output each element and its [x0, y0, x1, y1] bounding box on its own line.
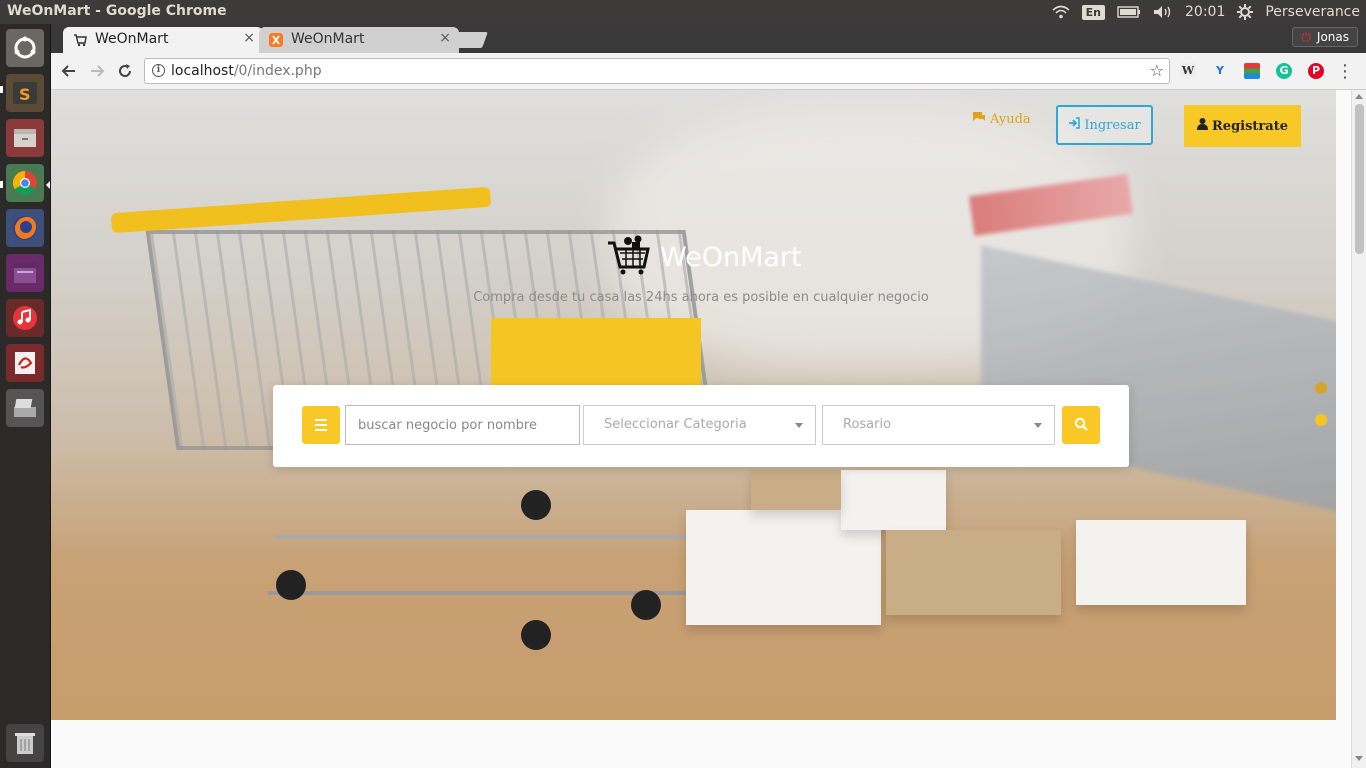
xampp-favicon-icon — [269, 33, 283, 47]
signup-button[interactable]: Registrate — [1184, 105, 1301, 147]
brand-name: WeOnMart — [660, 241, 802, 273]
filter-menu-button[interactable] — [302, 406, 340, 444]
hero-tagline: Compra desde tu casa las 24hs ahora es p… — [473, 290, 929, 305]
new-tab-button[interactable] — [450, 32, 488, 48]
browser-menu-icon[interactable]: ⋮ — [1336, 61, 1354, 82]
profile-icon: ⏻ — [1301, 29, 1311, 44]
document-viewer-icon[interactable] — [6, 344, 44, 382]
cart-wheel — [521, 620, 551, 650]
tab-weonmart-active[interactable]: WeOnMart × — [63, 27, 263, 53]
scanner-icon[interactable] — [6, 389, 44, 427]
firefox-icon[interactable] — [6, 209, 44, 247]
tab-label: WeOnMart — [291, 31, 365, 47]
sign-in-icon — [1068, 117, 1081, 133]
city-select-value: Rosario — [843, 417, 892, 432]
user-icon — [1197, 118, 1208, 134]
dash-icon[interactable] — [6, 29, 44, 67]
tab-weonmart-second[interactable]: WeOnMart × — [259, 27, 459, 53]
page-scrollbar[interactable] — [1351, 90, 1366, 768]
scrollbar-thumb[interactable] — [1355, 104, 1364, 254]
tab-close-button[interactable]: × — [243, 30, 255, 46]
svg-text:S: S — [19, 85, 31, 104]
back-button[interactable] — [59, 61, 79, 81]
cart-wheel — [631, 590, 661, 620]
search-button[interactable] — [1062, 406, 1100, 444]
page-viewport: Ayuda Ingresar Registrate WeOnMart Compr… — [51, 90, 1366, 768]
window-title: WeOnMart - Google Chrome — [7, 3, 227, 19]
chevron-down-icon — [1034, 423, 1042, 428]
package-box — [751, 470, 841, 510]
volume-icon[interactable] — [1153, 5, 1173, 19]
category-select-value: Seleccionar Categoria — [604, 417, 747, 432]
colorful-extension-icon[interactable] — [1244, 63, 1260, 79]
pinterest-extension-icon[interactable]: P — [1308, 63, 1324, 79]
keyboard-language-indicator[interactable]: En — [1081, 4, 1105, 20]
category-select[interactable]: Seleccionar Categoria — [583, 405, 816, 445]
url-path: /0/index.php — [233, 63, 322, 79]
session-user-name[interactable]: Perseverance — [1265, 4, 1360, 20]
clock[interactable]: 20:01 — [1185, 4, 1225, 20]
tab-strip: WeOnMart × WeOnMart × ⏻ Jonas — [51, 24, 1366, 53]
scroll-down-arrow-icon[interactable] — [1355, 756, 1363, 761]
wifi-icon[interactable] — [1052, 5, 1070, 19]
package-box — [841, 470, 946, 530]
bookmark-star-icon[interactable]: ☆ — [1150, 61, 1164, 80]
package-box — [1076, 520, 1246, 605]
cart-wheel — [521, 490, 551, 520]
city-select[interactable]: Rosario — [822, 405, 1055, 445]
site-info-icon[interactable]: i — [152, 64, 165, 77]
trash-icon[interactable] — [6, 724, 44, 762]
system-tray: En 20:01 Perseverance — [1052, 2, 1360, 22]
cart-favicon-icon — [73, 33, 87, 47]
chrome-icon[interactable] — [6, 164, 44, 202]
forward-button[interactable] — [87, 61, 107, 81]
reload-button[interactable] — [115, 61, 135, 81]
cart-wheel — [276, 570, 306, 600]
signup-label: Registrate — [1212, 118, 1288, 134]
help-link[interactable]: Ayuda — [972, 111, 1031, 127]
gear-icon[interactable] — [1237, 4, 1254, 20]
workspace-switcher-icon[interactable] — [6, 254, 44, 292]
search-icon — [1074, 416, 1088, 435]
profile-button[interactable]: ⏻ Jonas — [1292, 27, 1358, 47]
brand-logo[interactable]: WeOnMart — [606, 235, 802, 279]
shopping-cart-base-image — [267, 535, 695, 595]
shopping-cart-handle-image — [110, 186, 492, 234]
browser-window: WeOnMart × WeOnMart × ⏻ Jonas i localhos… — [51, 24, 1366, 768]
carousel-indicator[interactable] — [1315, 382, 1327, 394]
package-box — [886, 530, 1061, 615]
search-panel: Seleccionar Categoria Rosario — [273, 385, 1129, 467]
comments-icon — [972, 111, 986, 127]
business-search-input[interactable] — [345, 405, 580, 445]
address-bar[interactable]: i localhost/0/index.php ☆ — [144, 58, 1170, 84]
carousel-indicator-active[interactable] — [1315, 414, 1327, 426]
grammarly-extension-icon[interactable]: G — [1276, 63, 1292, 79]
battery-icon[interactable] — [1117, 6, 1141, 18]
login-button[interactable]: Ingresar — [1056, 105, 1153, 145]
tab-label: WeOnMart — [95, 31, 169, 47]
tab-close-button[interactable]: × — [439, 30, 451, 46]
url-host: localhost — [171, 63, 234, 79]
shopping-cart-yellow-panel — [491, 318, 701, 390]
help-label: Ayuda — [990, 111, 1031, 127]
sublime-text-icon[interactable]: S — [6, 74, 44, 112]
system-top-bar: WeOnMart - Google Chrome En 20:01 Persev… — [0, 0, 1366, 24]
yoast-extension-icon[interactable]: Y — [1212, 63, 1228, 79]
shopping-cart-logo-icon — [606, 235, 650, 279]
music-icon[interactable] — [6, 299, 44, 337]
profile-name: Jonas — [1316, 30, 1349, 44]
login-label: Ingresar — [1084, 117, 1141, 133]
wikipedia-extension-icon[interactable]: W — [1180, 63, 1196, 79]
app-launcher: S — [0, 24, 51, 768]
files-icon[interactable] — [6, 119, 44, 157]
address-url: localhost/0/index.php — [171, 63, 322, 79]
browser-toolbar: i localhost/0/index.php ☆ W Y G P ⋮ — [51, 53, 1366, 90]
chevron-down-icon — [795, 423, 803, 428]
scroll-up-arrow-icon[interactable] — [1355, 94, 1363, 99]
